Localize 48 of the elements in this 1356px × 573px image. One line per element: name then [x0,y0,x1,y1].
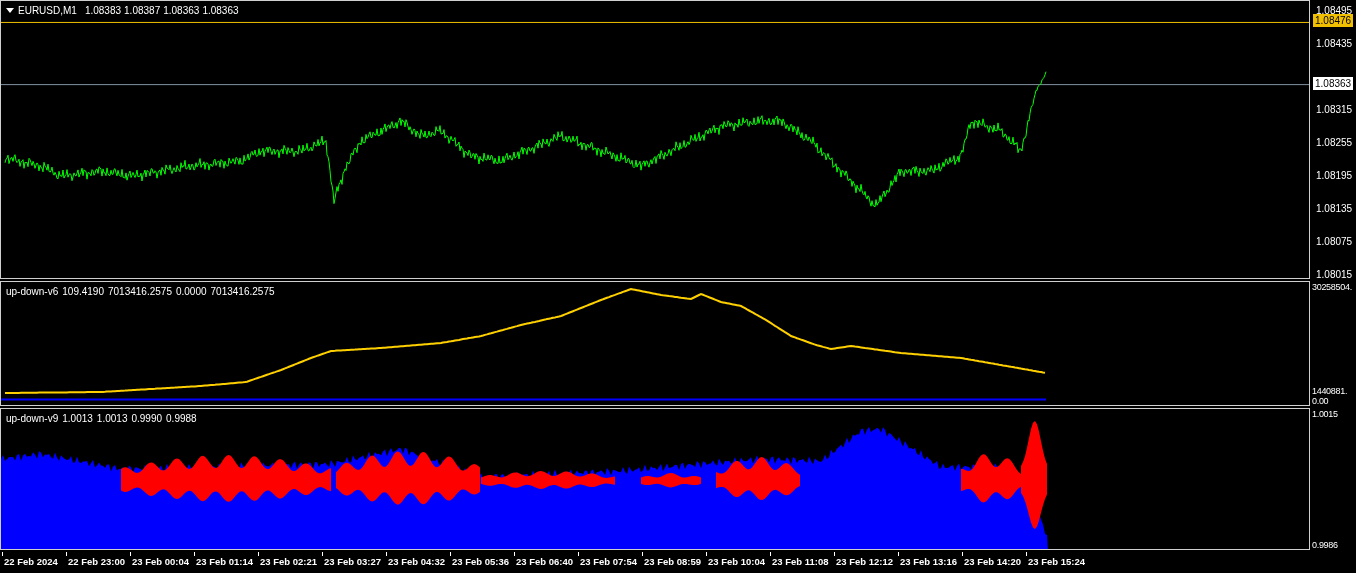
price-value: 1.08363 [163,5,200,16]
time-axis-label: 23 Feb 01:14 [194,552,258,572]
time-axis-label: 23 Feb 02:21 [258,552,322,572]
price-level-tag: 1.08476 [1313,14,1354,28]
price-axis-label: 1.08015 [1316,269,1353,280]
time-axis-label: 23 Feb 14:20 [962,552,1026,572]
indicator-value: 0.0000 [175,286,207,297]
price-value: 1.08387 [124,5,161,16]
time-axis-label: 23 Feb 06:40 [514,552,578,572]
indicator-value: 0.9988 [166,413,197,424]
price-axis-label: 1.08315 [1316,104,1353,115]
time-axis-label: 22 Feb 2024 [2,552,66,572]
time-axis-label: 23 Feb 13:16 [898,552,962,572]
indicator-value: 7013416.2575 [108,286,172,297]
dropdown-caret-icon[interactable] [6,8,14,13]
time-axis-label: 23 Feb 07:54 [578,552,642,572]
time-axis-label: 23 Feb 00:04 [130,552,194,572]
indicator-value: 109.4190 [62,286,104,297]
time-axis-label: 23 Feb 03:27 [322,552,386,572]
symbol-label: EURUSD,M1 [18,5,77,16]
price-axis-label: 1.08075 [1316,236,1353,247]
time-axis-label: 23 Feb 04:32 [386,552,450,572]
time-axis-label: 23 Feb 05:36 [450,552,514,572]
price-axis-label: 1.08495 [1316,5,1353,16]
indicator-axis-label: 1440881. [1312,386,1348,396]
bid-price-tag: 1.08363 [1313,76,1354,90]
indicator-axis-label: 0.9986 [1312,540,1338,550]
price-axis-label: 1.08135 [1316,203,1353,214]
indicator-value: 1.0013 [62,413,93,424]
time-axis-label: 23 Feb 15:24 [1026,552,1090,572]
price-axis-label: 1.08255 [1316,137,1353,148]
indicator-name: up-down-v6 [6,286,59,297]
indicator-name: up-down-v9 [6,413,59,424]
time-axis-label: 23 Feb 10:04 [706,552,770,572]
time-axis-label: 23 Feb 08:59 [642,552,706,572]
price-axis-label: 1.08195 [1316,170,1353,181]
indicator-axis-label: 30258504. [1312,282,1352,292]
price-value: 1.08383 [84,5,122,16]
time-axis-label: 23 Feb 12:12 [834,552,898,572]
indicator-value: 1.0013 [96,413,128,424]
time-axis-label: 22 Feb 23:00 [66,552,130,572]
time-axis-label: 23 Feb 11:08 [770,552,834,572]
price-value: 1.08363 [202,5,239,16]
indicator-axis-label: 0.00 [1312,396,1329,406]
indicator-value: 0.9990 [131,413,163,424]
indicator-value: 7013416.2575 [210,286,275,297]
price-axis-label: 1.08435 [1316,38,1353,49]
indicator-axis-label: 1.0015 [1312,409,1338,419]
